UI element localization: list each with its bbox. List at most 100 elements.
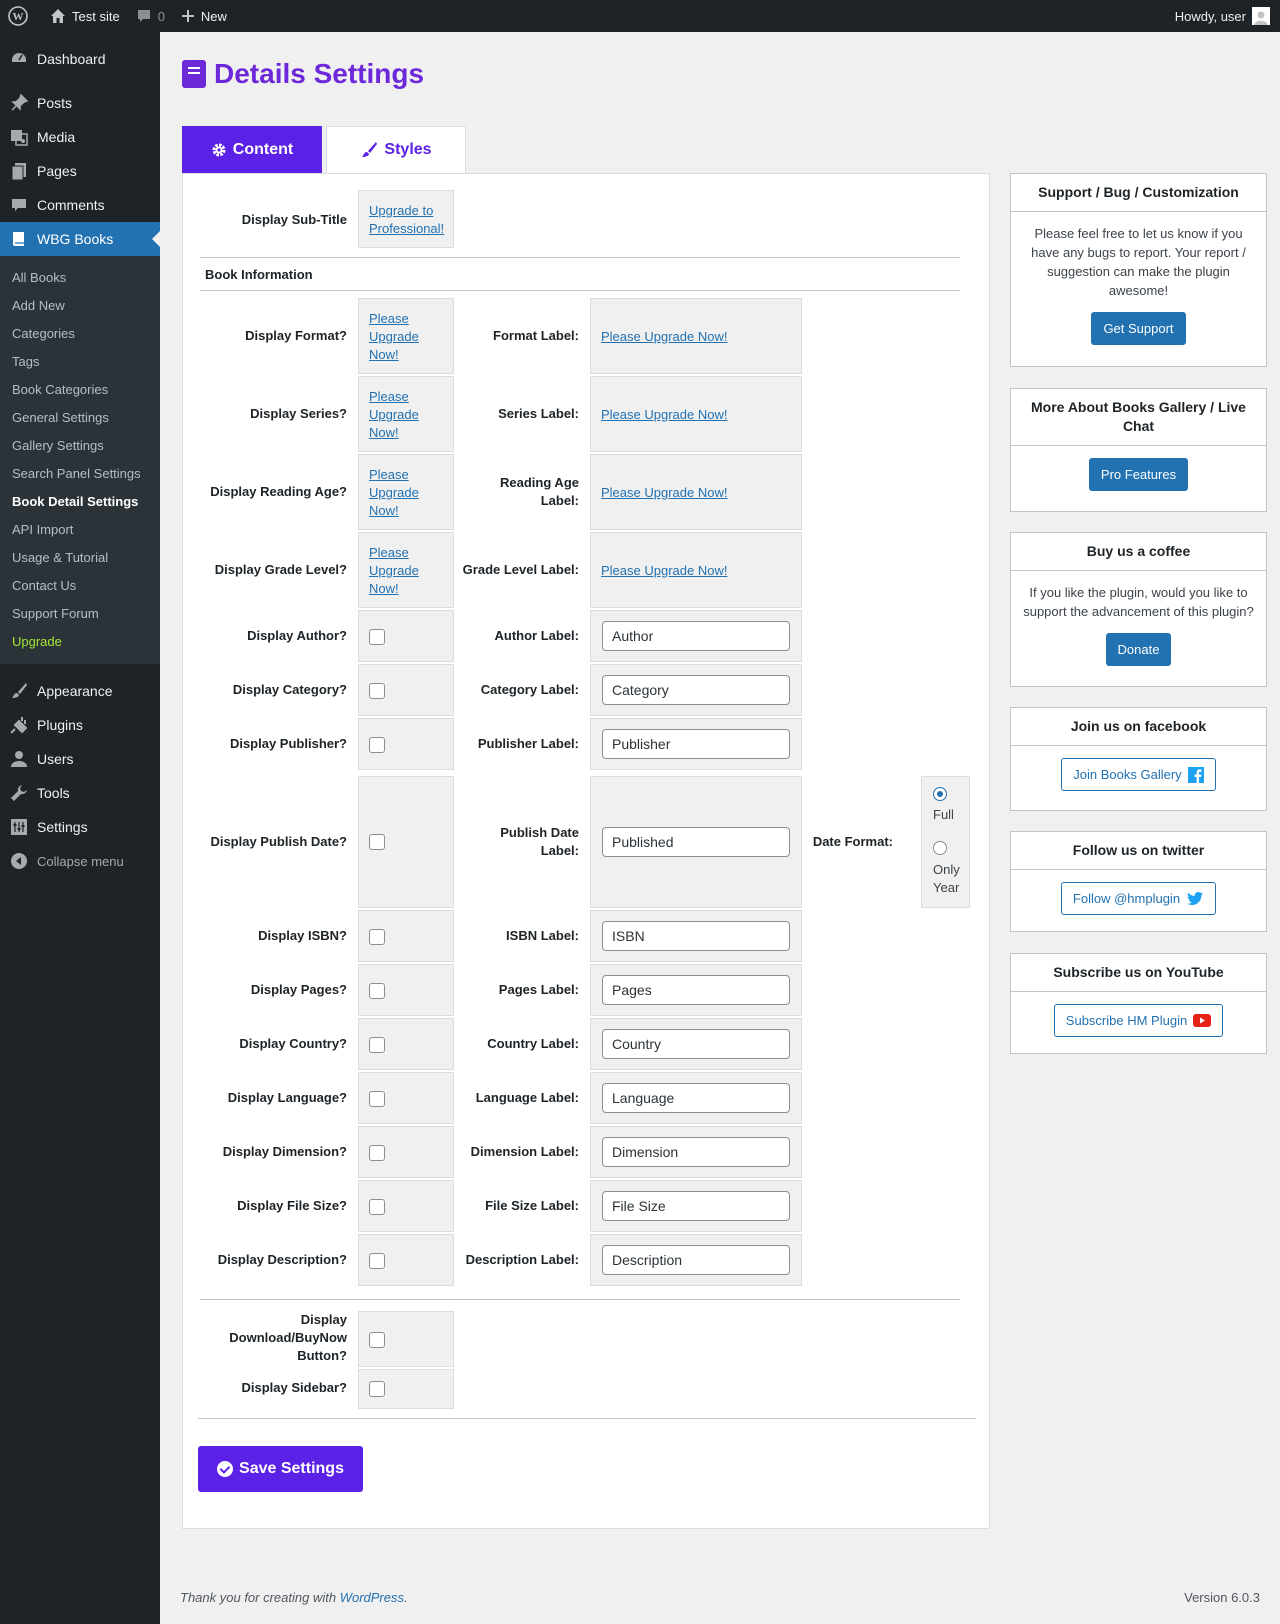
setting-row-field: Display Country? Country Label: Country bbox=[183, 1018, 991, 1070]
text-input[interactable]: Dimension bbox=[602, 1137, 790, 1167]
coffee-widget: Buy us a coffee If you like the plugin, … bbox=[1010, 532, 1267, 687]
wbg-books-submenu: All Books Add New Categories Tags Book C… bbox=[0, 256, 160, 664]
tab-content[interactable]: Content bbox=[182, 126, 322, 173]
upgrade-link[interactable]: Upgrade bbox=[369, 562, 419, 580]
upgrade-link[interactable]: Please Upgrade Now! bbox=[601, 562, 727, 580]
menu-item-media[interactable]: Media bbox=[0, 120, 160, 154]
submenu-item-current[interactable]: Book Detail Settings bbox=[0, 488, 160, 516]
footer-thanks: Thank you for creating with WordPress. bbox=[180, 1590, 408, 1605]
collapse-menu-button[interactable]: Collapse menu bbox=[0, 844, 160, 878]
follow-twitter-button[interactable]: Follow @hmplugin bbox=[1060, 882, 1217, 915]
submenu-item[interactable]: Categories bbox=[0, 320, 160, 348]
menu-label: Media bbox=[37, 129, 76, 145]
submenu-item[interactable]: API Import bbox=[0, 516, 160, 544]
menu-item-dashboard[interactable]: Dashboard bbox=[0, 42, 160, 76]
checkbox[interactable] bbox=[369, 1091, 385, 1107]
menu-item-tools[interactable]: Tools bbox=[0, 776, 160, 810]
user-icon bbox=[9, 749, 29, 769]
checkbox[interactable] bbox=[369, 1199, 385, 1215]
label-line: Reading Age bbox=[500, 475, 579, 490]
menu-label: WBG Books bbox=[37, 231, 114, 247]
upgrade-link[interactable]: Upgrade bbox=[369, 328, 419, 346]
text-input[interactable]: Author bbox=[602, 621, 790, 651]
text-input[interactable]: Country bbox=[602, 1029, 790, 1059]
upgrade-link[interactable]: Now! bbox=[369, 346, 399, 364]
submenu-item[interactable]: Contact Us bbox=[0, 572, 160, 600]
pro-features-button[interactable]: Pro Features bbox=[1088, 458, 1189, 491]
submenu-item-upgrade[interactable]: Upgrade bbox=[0, 628, 160, 656]
submenu-item[interactable]: Support Forum bbox=[0, 600, 160, 628]
text-input[interactable]: Pages bbox=[602, 975, 790, 1005]
text-input[interactable]: Category bbox=[602, 675, 790, 705]
upgrade-link[interactable]: Upgrade bbox=[369, 406, 419, 424]
text-input[interactable]: Description bbox=[602, 1245, 790, 1275]
checkbox[interactable] bbox=[369, 1037, 385, 1053]
text-input[interactable]: Publisher bbox=[602, 729, 790, 759]
menu-label: Settings bbox=[37, 819, 88, 835]
subscribe-youtube-button[interactable]: Subscribe HM Plugin bbox=[1053, 1004, 1224, 1037]
new-content-link[interactable]: New bbox=[173, 0, 235, 32]
submenu-item[interactable]: Book Categories bbox=[0, 376, 160, 404]
checkbox[interactable] bbox=[369, 629, 385, 645]
upgrade-link[interactable]: Please bbox=[369, 544, 409, 562]
submenu-item[interactable]: Gallery Settings bbox=[0, 432, 160, 460]
checkbox[interactable] bbox=[369, 1253, 385, 1269]
submenu-item[interactable]: Add New bbox=[0, 292, 160, 320]
upgrade-link[interactable]: Please bbox=[369, 388, 409, 406]
upgrade-link[interactable]: Please Upgrade Now! bbox=[601, 328, 727, 346]
setting-label: Series Label: bbox=[498, 406, 579, 421]
my-account-link[interactable]: Howdy, user bbox=[1175, 7, 1280, 25]
checkbox[interactable] bbox=[369, 1381, 385, 1397]
setting-row-upgrade: Display Reading Age? Please Upgrade Now!… bbox=[183, 454, 991, 530]
save-settings-button[interactable]: Save Settings bbox=[198, 1446, 363, 1492]
checkbox[interactable] bbox=[369, 929, 385, 945]
menu-item-pages[interactable]: Pages bbox=[0, 154, 160, 188]
upgrade-link[interactable]: Please bbox=[369, 466, 409, 484]
wordpress-logo-icon[interactable]: W bbox=[0, 0, 42, 32]
submenu-item[interactable]: Usage & Tutorial bbox=[0, 544, 160, 572]
checkbox[interactable] bbox=[369, 683, 385, 699]
site-name-link[interactable]: Test site bbox=[42, 0, 128, 32]
radio-full[interactable] bbox=[933, 787, 947, 801]
checkbox[interactable] bbox=[369, 1145, 385, 1161]
upgrade-link[interactable]: Professional! bbox=[369, 220, 444, 238]
donate-button[interactable]: Donate bbox=[1105, 633, 1172, 666]
setting-label: Display Pages? bbox=[250, 982, 347, 997]
upgrade-link[interactable]: Now! bbox=[369, 580, 399, 598]
text-input[interactable]: ISBN bbox=[602, 921, 790, 951]
get-support-button[interactable]: Get Support bbox=[1091, 312, 1186, 345]
upgrade-link[interactable]: Now! bbox=[369, 502, 399, 520]
setting-row-publish-date: Display Publish Date? Publish Date Label… bbox=[183, 776, 991, 908]
checkbox[interactable] bbox=[369, 737, 385, 753]
checkbox[interactable] bbox=[369, 834, 385, 850]
menu-item-users[interactable]: Users bbox=[0, 742, 160, 776]
menu-item-settings[interactable]: Settings bbox=[0, 810, 160, 844]
tab-styles[interactable]: Styles bbox=[326, 126, 466, 173]
menu-item-wbg-books[interactable]: WBG Books bbox=[0, 222, 160, 256]
join-facebook-button[interactable]: Join Books Gallery bbox=[1061, 758, 1216, 791]
menu-item-comments[interactable]: Comments bbox=[0, 188, 160, 222]
radio-only-year[interactable] bbox=[933, 841, 947, 855]
upgrade-link[interactable]: Upgrade bbox=[369, 484, 419, 502]
twitter-icon bbox=[1187, 891, 1204, 905]
menu-item-plugins[interactable]: Plugins bbox=[0, 708, 160, 742]
checkbox[interactable] bbox=[369, 1332, 385, 1348]
submenu-item[interactable]: All Books bbox=[0, 264, 160, 292]
upgrade-link[interactable]: Upgrade to bbox=[369, 202, 433, 220]
upgrade-link[interactable]: Now! bbox=[369, 424, 399, 442]
menu-item-appearance[interactable]: Appearance bbox=[0, 674, 160, 708]
text-input[interactable]: File Size bbox=[602, 1191, 790, 1221]
upgrade-link[interactable]: Please Upgrade Now! bbox=[601, 484, 727, 502]
comments-link[interactable]: 0 bbox=[128, 0, 173, 32]
text-input[interactable]: Language bbox=[602, 1083, 790, 1113]
setting-row-field: Display Author? Author Label: Author bbox=[183, 610, 991, 662]
submenu-item[interactable]: Tags bbox=[0, 348, 160, 376]
submenu-item[interactable]: Search Panel Settings bbox=[0, 460, 160, 488]
wordpress-link[interactable]: WordPress bbox=[340, 1590, 404, 1605]
checkbox[interactable] bbox=[369, 983, 385, 999]
submenu-item[interactable]: General Settings bbox=[0, 404, 160, 432]
setting-cell bbox=[358, 776, 454, 908]
upgrade-link[interactable]: Please bbox=[369, 310, 409, 328]
menu-item-posts[interactable]: Posts bbox=[0, 86, 160, 120]
upgrade-link[interactable]: Please Upgrade Now! bbox=[601, 406, 727, 424]
